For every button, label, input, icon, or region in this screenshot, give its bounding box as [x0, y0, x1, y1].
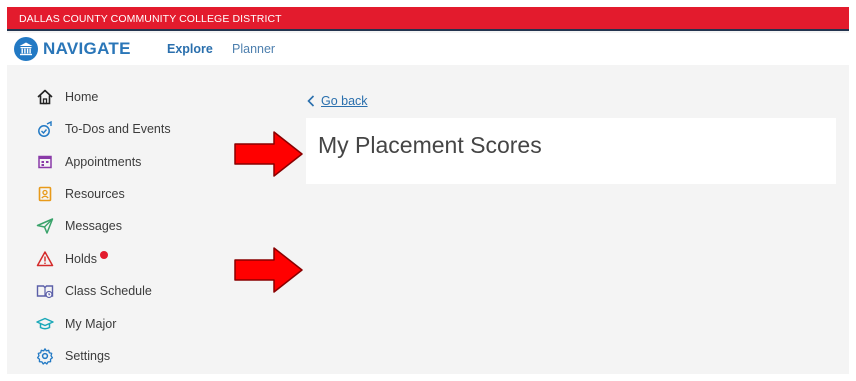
- paper-plane-icon: [35, 216, 55, 236]
- district-name: DALLAS COUNTY COMMUNITY COLLEGE DISTRICT: [19, 13, 282, 25]
- sidebar-item-label: Settings: [65, 349, 111, 363]
- sidebar-item-home[interactable]: Home: [35, 86, 98, 108]
- warning-icon: [35, 249, 55, 269]
- page-title-card: My Placement Scores: [306, 118, 836, 184]
- chevron-left-icon: [307, 95, 315, 107]
- sidebar-item-label: Home: [65, 90, 99, 104]
- sidebar-item-my-major[interactable]: My Major: [35, 313, 116, 335]
- sidebar-item-todos[interactable]: To-Dos and Events: [35, 118, 171, 140]
- go-back-link[interactable]: Go back: [307, 94, 368, 108]
- sidebar-item-label: Holds: [65, 252, 97, 266]
- sidebar-item-label: Class Schedule: [65, 284, 152, 298]
- nav-tab-explore[interactable]: Explore: [167, 42, 213, 56]
- sidebar-item-messages[interactable]: Messages: [35, 215, 122, 237]
- sidebar-item-settings[interactable]: Settings: [35, 345, 110, 367]
- resources-icon: [35, 184, 55, 204]
- sidebar-item-resources[interactable]: Resources: [35, 183, 125, 205]
- page-title: My Placement Scores: [318, 132, 542, 158]
- nav-tab-planner[interactable]: Planner: [232, 42, 275, 56]
- annotation-arrow-icon: [234, 131, 303, 177]
- sidebar-item-label: Resources: [65, 187, 125, 201]
- navigate-logo[interactable]: NAVIGATE: [14, 37, 131, 61]
- todos-icon: [35, 119, 55, 139]
- brand-name: NAVIGATE: [43, 39, 131, 58]
- district-banner: DALLAS COUNTY COMMUNITY COLLEGE DISTRICT: [7, 7, 849, 31]
- go-back-label: Go back: [321, 94, 368, 108]
- sidebar-item-class-schedule[interactable]: Class Schedule: [35, 280, 152, 302]
- calendar-icon: [35, 152, 55, 172]
- college-building-icon: [14, 37, 38, 61]
- class-schedule-icon: [35, 281, 55, 301]
- annotation-arrow-icon: [234, 247, 303, 293]
- sidebar-item-label: Messages: [65, 219, 122, 233]
- graduation-cap-icon: [35, 314, 55, 334]
- holds-notification-dot: [99, 251, 108, 259]
- home-icon: [35, 87, 55, 107]
- sidebar-item-label: To-Dos and Events: [65, 122, 171, 136]
- sidebar-item-label: My Major: [65, 317, 117, 331]
- sidebar-item-holds[interactable]: Holds: [35, 248, 108, 270]
- app-frame: DALLAS COUNTY COMMUNITY COLLEGE DISTRICT…: [7, 7, 849, 374]
- sidebar-item-label: Appointments: [65, 155, 142, 169]
- gear-icon: [35, 346, 55, 366]
- sidebar-item-appointments[interactable]: Appointments: [35, 151, 141, 173]
- top-navigation: NAVIGATE Explore Planner: [7, 33, 849, 65]
